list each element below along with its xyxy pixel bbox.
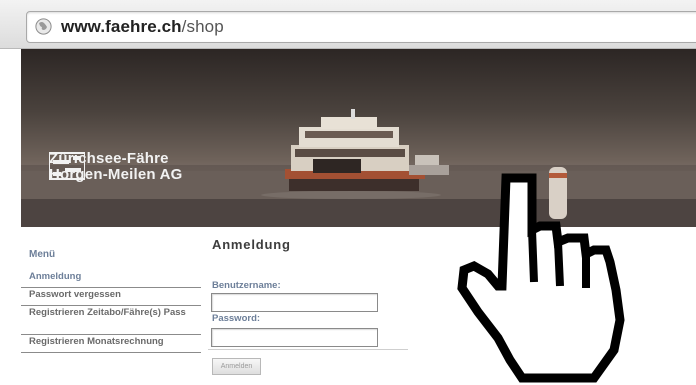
- ferry-shape: [285, 109, 425, 191]
- menu-title: Menü: [29, 249, 56, 260]
- menu-item-registrieren-zeitabo[interactable]: Registrieren Zeitabo/Fähre(s) Pass: [21, 306, 201, 335]
- username-label: Benutzername:: [212, 280, 281, 291]
- browser-toolbar: www.faehre.ch/shop: [0, 0, 696, 49]
- form-divider: [208, 349, 408, 350]
- password-label: Password:: [212, 313, 261, 324]
- address-bar[interactable]: www.faehre.ch/shop: [26, 11, 696, 43]
- password-input[interactable]: [211, 328, 378, 347]
- url-domain: www.faehre.ch: [61, 17, 182, 36]
- menu-item-registrieren-monatsrechnung[interactable]: Registrieren Monatsrechnung: [21, 335, 201, 353]
- hand-cursor-icon: [457, 173, 625, 383]
- side-menu: Anmeldung Passwort vergessen Registriere…: [21, 270, 201, 353]
- globe-icon: [35, 18, 52, 35]
- login-submit-button[interactable]: Anmelden: [212, 358, 261, 375]
- menu-item-anmeldung[interactable]: Anmeldung: [21, 270, 201, 288]
- ferry-logo: Zürichsee-Fähre Horgen-Meilen AG: [49, 151, 182, 183]
- ferry-logo-icon: [49, 152, 85, 180]
- url-text: www.faehre.ch/shop: [61, 17, 224, 37]
- url-path: /shop: [181, 17, 224, 36]
- username-input[interactable]: [211, 293, 378, 312]
- menu-item-passwort-vergessen[interactable]: Passwort vergessen: [21, 288, 201, 306]
- login-title: Anmeldung: [212, 237, 291, 252]
